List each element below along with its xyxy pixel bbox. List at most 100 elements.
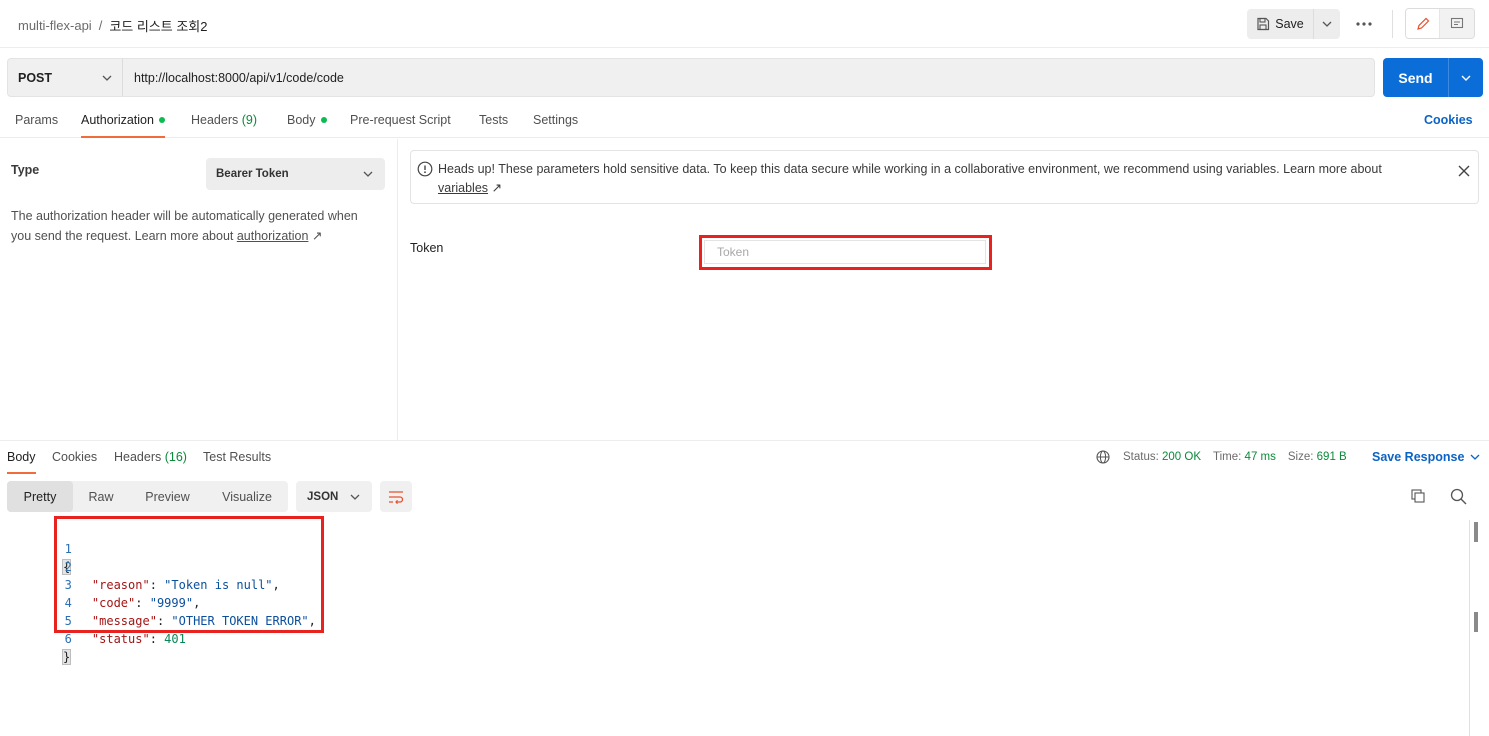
method-value: POST [18,70,53,85]
auth-type-label: Type [11,163,40,177]
tab-headers-label: Headers [191,113,239,127]
save-button[interactable]: Save [1247,9,1314,39]
pencil-icon [1416,17,1429,30]
comments-mode-button[interactable] [1440,9,1474,38]
json-key: "status" [91,632,150,646]
tab-body[interactable]: Body [287,113,327,138]
tab-authorization[interactable]: Authorization [81,113,165,138]
view-preview-button[interactable]: Preview [129,481,206,512]
view-pretty-button[interactable]: Pretty [7,481,73,512]
search-response-button[interactable] [1450,488,1468,506]
size-label: Size: [1287,451,1314,463]
alert-message: Heads up! These parameters hold sensitiv… [438,160,1428,198]
response-highlight-box [54,516,324,633]
request-tabs: Params Authorization Headers (9) Body Pr… [0,107,1489,138]
chevron-down-icon [350,494,360,500]
tab-authorization-label: Authorization [81,113,154,127]
scrollbar-thumb[interactable] [1474,522,1478,542]
breadcrumb: multi-flex-api / 코드 리스트 조회2 [18,16,208,35]
save-response-button[interactable]: Save Response [1372,450,1480,464]
url-input[interactable]: http://localhost:8000/api/v1/code/code [123,59,1374,96]
size-value[interactable]: 691 B [1317,451,1347,463]
info-icon [417,161,433,177]
save-button-group: Save [1247,9,1340,39]
send-button-group: Send [1383,58,1483,97]
chevron-down-icon [1470,454,1480,460]
status-value[interactable]: 200 OK [1162,451,1201,463]
request-url-bar: POST http://localhost:8000/api/v1/code/c… [7,58,1375,97]
top-header: multi-flex-api / 코드 리스트 조회2 Save [0,0,1489,48]
code-line: 3 "code": "9999", [0,558,201,610]
wrap-lines-button[interactable] [380,481,412,512]
token-highlight-box [699,235,992,270]
authorization-learn-more-link[interactable]: authorization [237,229,309,243]
response-tab-body[interactable]: Body [7,450,36,474]
response-view-modes: Pretty Raw Preview Visualize [7,481,288,512]
method-select[interactable]: POST [8,59,123,96]
copy-response-button[interactable] [1410,488,1428,506]
save-response-label: Save Response [1372,450,1465,464]
code-line: 6 } [0,612,72,665]
globe-icon[interactable] [1096,450,1110,464]
tab-tests[interactable]: Tests [479,113,508,138]
breadcrumb-collection[interactable]: multi-flex-api [18,18,92,33]
copy-icon [1411,489,1425,503]
code-line: 1 { [0,522,72,575]
response-tab-headers-label: Headers [114,450,162,464]
code-line: 5 "status": 401 [0,594,186,646]
cookies-link[interactable]: Cookies [1424,113,1473,127]
view-visualize-button[interactable]: Visualize [206,481,288,512]
response-meta: Status: 200 OK Time: 47 ms Size: 691 B [1096,450,1347,464]
edit-mode-button[interactable] [1406,9,1441,38]
response-tab-test-results[interactable]: Test Results [203,450,271,474]
tab-headers-count: (9) [241,113,258,127]
wrap-lines-icon [389,490,404,504]
send-button[interactable]: Send [1383,58,1449,97]
auth-type-select[interactable]: Bearer Token [206,158,385,190]
scrollbar-marker[interactable] [1474,612,1478,632]
json-value: 401 [164,632,186,646]
chevron-down-icon [363,171,373,177]
external-link-icon: ↗ [491,181,502,195]
active-indicator-dot [158,116,165,123]
ellipsis-icon [1356,22,1372,26]
save-options-button[interactable] [1314,9,1340,39]
search-icon [1450,488,1467,505]
tab-headers[interactable]: Headers (9) [191,113,257,138]
response-tab-headers-count: (16) [164,450,187,464]
token-label: Token [410,241,444,255]
response-tab-cookies[interactable]: Cookies [52,450,97,474]
tab-body-label: Body [287,113,316,127]
response-tab-headers[interactable]: Headers (16) [114,450,187,474]
view-raw-button[interactable]: Raw [73,481,129,512]
code-text: } [61,648,72,666]
comment-icon [1450,17,1464,28]
close-icon [1458,165,1470,177]
active-indicator-dot [320,116,327,123]
response-tabs: Body Cookies Headers (16) Test Results S… [0,440,1489,474]
status-label: Status: [1123,451,1159,463]
response-format-select[interactable]: JSON [296,481,372,512]
save-icon [1257,17,1270,31]
send-options-button[interactable] [1449,58,1483,97]
format-value: JSON [307,490,339,503]
save-label: Save [1275,17,1304,31]
auth-type-value: Bearer Token [216,168,289,180]
header-divider [1392,10,1393,38]
tab-settings[interactable]: Settings [533,113,578,138]
code-line: 4 "message": "OTHER TOKEN ERROR", [0,576,316,628]
scrollbar-track[interactable] [1469,520,1470,736]
chevron-down-icon [1461,75,1471,81]
json-brace: } [61,649,72,665]
chevron-down-icon [1322,21,1332,27]
breadcrumb-request-name[interactable]: 코드 리스트 조회2 [109,16,207,35]
tab-params[interactable]: Params [15,113,58,138]
breadcrumb-separator: / [98,18,103,33]
auth-description: The authorization header will be automat… [11,206,381,246]
tab-prerequest-script[interactable]: Pre-request Script [350,113,451,138]
time-value[interactable]: 47 ms [1245,451,1276,463]
more-options-button[interactable] [1352,13,1376,35]
sensitive-data-alert: Heads up! These parameters hold sensitiv… [410,150,1479,204]
variables-learn-more-link[interactable]: variables [438,181,488,195]
close-alert-button[interactable] [1456,163,1472,179]
